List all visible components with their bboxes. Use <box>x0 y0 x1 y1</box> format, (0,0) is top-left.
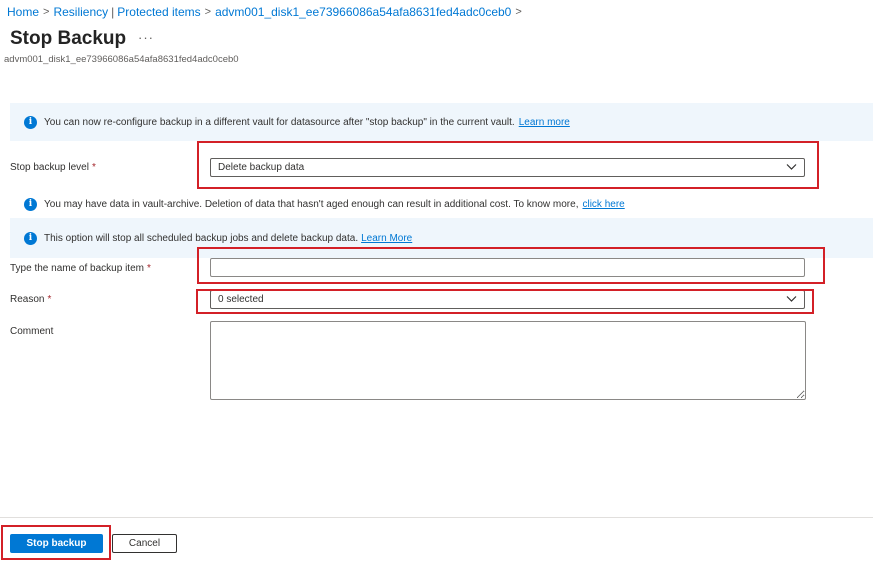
reason-dropdown[interactable]: 0 selected <box>210 290 805 309</box>
info-icon: i <box>24 231 37 245</box>
chevron-right-icon: > <box>43 6 50 18</box>
stop-backup-level-dropdown[interactable]: Delete backup data <box>210 158 805 177</box>
reason-label: Reason * <box>10 294 51 305</box>
backup-item-name-input[interactable] <box>210 258 805 277</box>
click-here-link[interactable]: click here <box>582 199 624 210</box>
footer-divider <box>0 517 873 518</box>
page-title: Stop Backup <box>10 28 127 49</box>
comment-label: Comment <box>10 326 54 337</box>
required-marker: * <box>146 263 151 274</box>
stop-option-text: This option will stop all scheduled back… <box>44 232 359 244</box>
breadcrumb-protected-items[interactable]: Protected items <box>117 5 200 19</box>
learn-more-link-2[interactable]: Learn More <box>361 233 412 244</box>
stop-backup-level-label: Stop backup level * <box>10 162 96 173</box>
stop-backup-level-label-text: Stop backup level <box>10 162 89 173</box>
more-options-icon[interactable]: ··· <box>138 30 154 45</box>
breadcrumb-resiliency[interactable]: Resiliency <box>53 5 108 19</box>
backup-item-name-label-text: Type the name of backup item <box>10 263 144 274</box>
breadcrumb: Home > Resiliency | Protected items > ad… <box>7 4 526 20</box>
info-banner-reconfigure: i You can now re-configure backup in a d… <box>10 103 873 141</box>
vault-archive-text: You may have data in vault-archive. Dele… <box>44 198 579 210</box>
required-marker: * <box>91 162 96 173</box>
learn-more-link[interactable]: Learn more <box>519 117 570 128</box>
breadcrumb-pipe: | <box>111 5 115 19</box>
backup-item-name-label: Type the name of backup item * <box>10 263 151 274</box>
info-banner-stop-option: i This option will stop all scheduled ba… <box>10 218 873 258</box>
info-vault-archive: i You may have data in vault-archive. De… <box>24 196 625 212</box>
cancel-button[interactable]: Cancel <box>112 534 177 553</box>
breadcrumb-item[interactable]: advm001_disk1_ee73966086a54afa8631fed4ad… <box>215 5 511 19</box>
required-marker: * <box>47 294 52 305</box>
reason-label-text: Reason <box>10 294 45 305</box>
info-icon: i <box>24 197 37 211</box>
stop-backup-button[interactable]: Stop backup <box>10 534 103 553</box>
banner-text: You can now re-configure backup in a dif… <box>44 116 515 128</box>
page-subtitle: advm001_disk1_ee73966086a54afa8631fed4ad… <box>4 54 239 65</box>
info-icon: i <box>24 115 37 129</box>
chevron-right-icon: > <box>515 6 522 18</box>
chevron-right-icon: > <box>204 6 212 18</box>
chevron-down-icon <box>786 164 797 170</box>
chevron-down-icon <box>786 296 797 302</box>
stop-backup-level-value: Delete backup data <box>218 162 305 173</box>
comment-textarea[interactable] <box>210 321 806 400</box>
reason-value: 0 selected <box>218 294 264 305</box>
breadcrumb-home[interactable]: Home <box>7 5 39 19</box>
